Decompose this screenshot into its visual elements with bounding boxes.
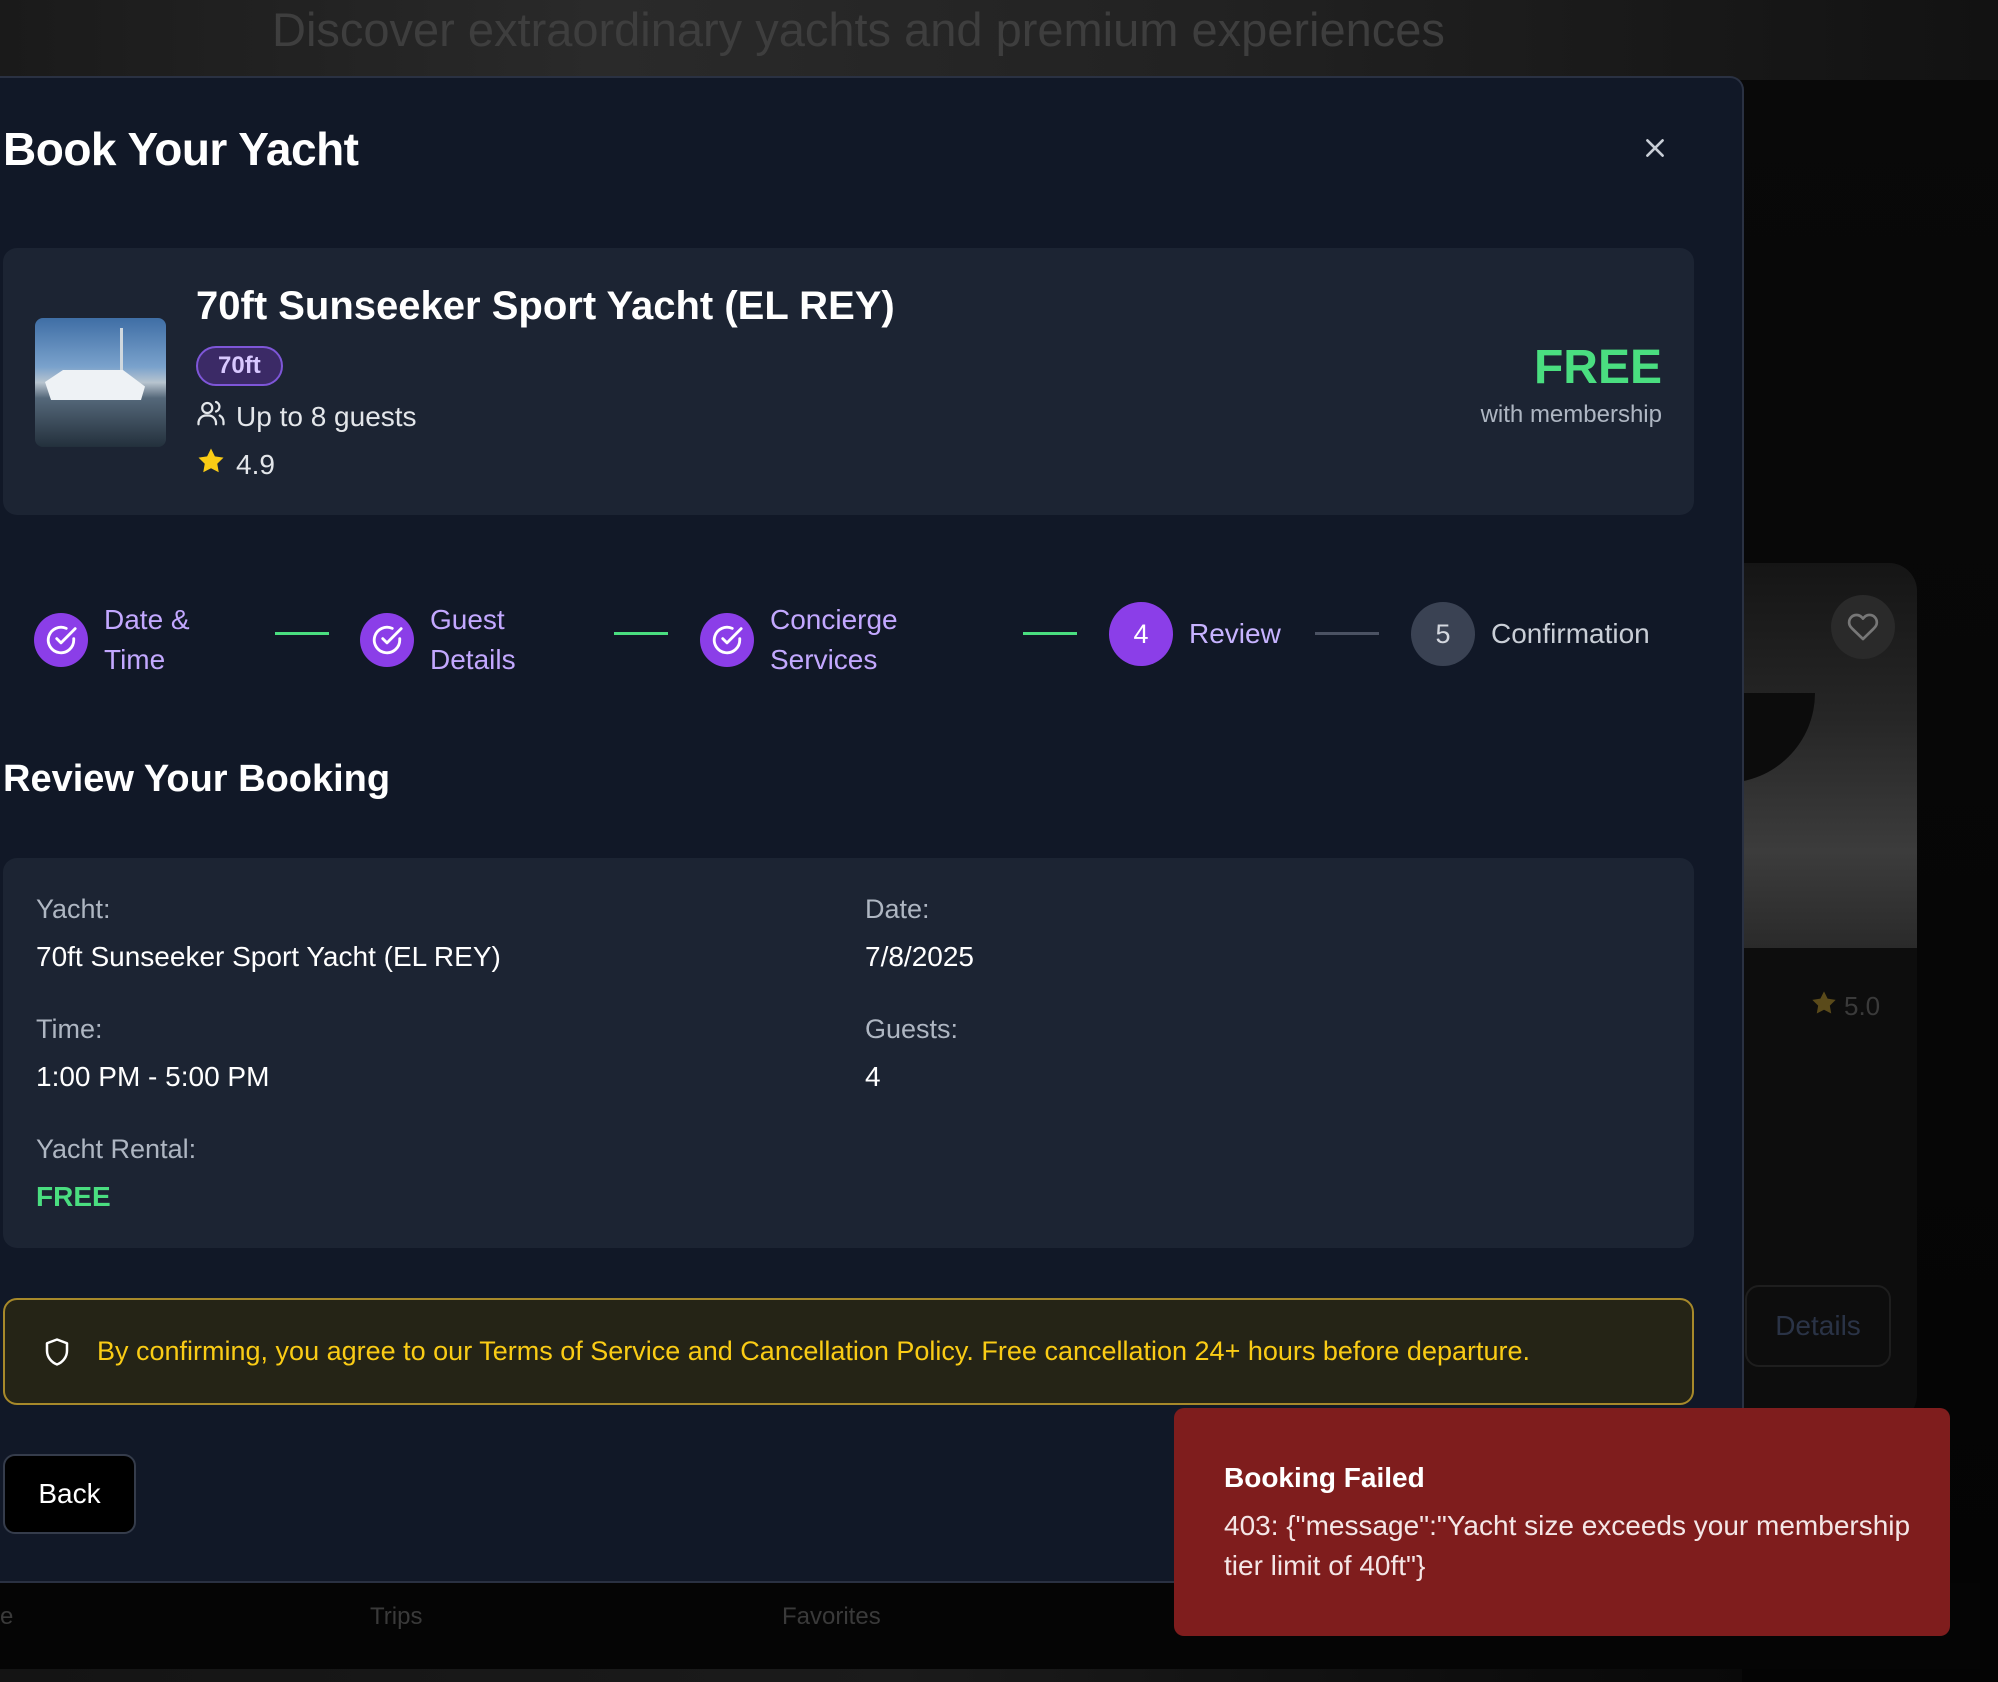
heart-icon[interactable]: [1831, 595, 1895, 659]
step-concierge-services: Concierge Services: [700, 600, 898, 680]
step-connector: [1315, 632, 1379, 635]
step-review: 4 Review: [1109, 602, 1281, 666]
error-toast[interactable]: Booking Failed 403: {"message":"Yacht si…: [1174, 1408, 1950, 1636]
step-connector: [1023, 632, 1077, 635]
price: FREE: [1533, 341, 1662, 394]
size-badge: 70ft: [196, 346, 283, 386]
rental-label: Yacht Rental:: [36, 1134, 197, 1164]
tab-favorites[interactable]: Favorites: [782, 1603, 881, 1631]
step-number: 5: [1411, 602, 1475, 666]
users-icon: [196, 398, 226, 435]
tab-home[interactable]: e: [0, 1603, 13, 1631]
capacity-text: Up to 8 guests: [236, 400, 417, 432]
modal-title: Book Your Yacht: [3, 123, 359, 175]
yacht-name: 70ft Sunseeker Sport Yacht (EL REY): [196, 284, 895, 328]
background-rating-value: 5.0: [1844, 991, 1881, 1021]
yacht-thumbnail: [35, 318, 166, 447]
yacht-summary-card: 70ft Sunseeker Sport Yacht (EL REY) 70ft…: [3, 248, 1694, 515]
step-label: Guest Details: [430, 604, 516, 675]
check-circle-icon: [700, 613, 754, 667]
star-icon: [196, 446, 226, 483]
yacht-value: 70ft Sunseeker Sport Yacht (EL REY): [36, 941, 501, 972]
rating-value: 4.9: [236, 448, 275, 480]
step-label: Date & Time: [104, 604, 190, 675]
yacht-label: Yacht:: [36, 894, 111, 924]
step-confirmation: 5 Confirmation: [1411, 602, 1650, 666]
step-connector: [614, 632, 668, 635]
step-label: Review: [1189, 618, 1281, 649]
terms-text: By confirming, you agree to our Terms of…: [97, 1336, 1531, 1366]
hero-tagline: Discover extraordinary yachts and premiu…: [272, 3, 1445, 56]
step-label: Confirmation: [1491, 618, 1650, 649]
back-button[interactable]: Back: [3, 1454, 136, 1534]
section-title: Review Your Booking: [3, 758, 391, 800]
guests-value: 4: [865, 1061, 881, 1092]
rating-row: 4.9: [196, 446, 275, 483]
step-guest-details: Guest Details: [360, 600, 516, 680]
star-icon: [1810, 989, 1838, 1024]
step-date-time: Date & Time: [34, 600, 190, 680]
step-label: Concierge Services: [770, 604, 898, 675]
step-number: 4: [1109, 602, 1173, 666]
time-label: Time:: [36, 1014, 103, 1044]
shield-icon: [41, 1336, 73, 1368]
terms-notice: By confirming, you agree to our Terms of…: [3, 1298, 1694, 1405]
background-card-rating: 5.0: [1810, 989, 1880, 1024]
close-icon[interactable]: [1639, 132, 1671, 164]
guests-label: Guests:: [865, 1014, 959, 1044]
details-button[interactable]: Details: [1745, 1285, 1891, 1367]
check-circle-icon: [360, 613, 414, 667]
date-value: 7/8/2025: [865, 941, 974, 972]
rental-value: FREE: [36, 1181, 111, 1212]
toast-title: Booking Failed: [1224, 1462, 1425, 1493]
time-value: 1:00 PM - 5:00 PM: [36, 1061, 270, 1092]
capacity-row: Up to 8 guests: [196, 398, 417, 435]
price-subtext: with membership: [1480, 401, 1662, 428]
tab-trips[interactable]: Trips: [370, 1603, 422, 1631]
check-circle-icon: [34, 613, 88, 667]
review-summary: Yacht: 70ft Sunseeker Sport Yacht (EL RE…: [3, 858, 1694, 1248]
step-connector: [275, 632, 329, 635]
date-label: Date:: [865, 894, 930, 924]
toast-message: 403: {"message":"Yacht size exceeds your…: [1224, 1510, 1911, 1581]
